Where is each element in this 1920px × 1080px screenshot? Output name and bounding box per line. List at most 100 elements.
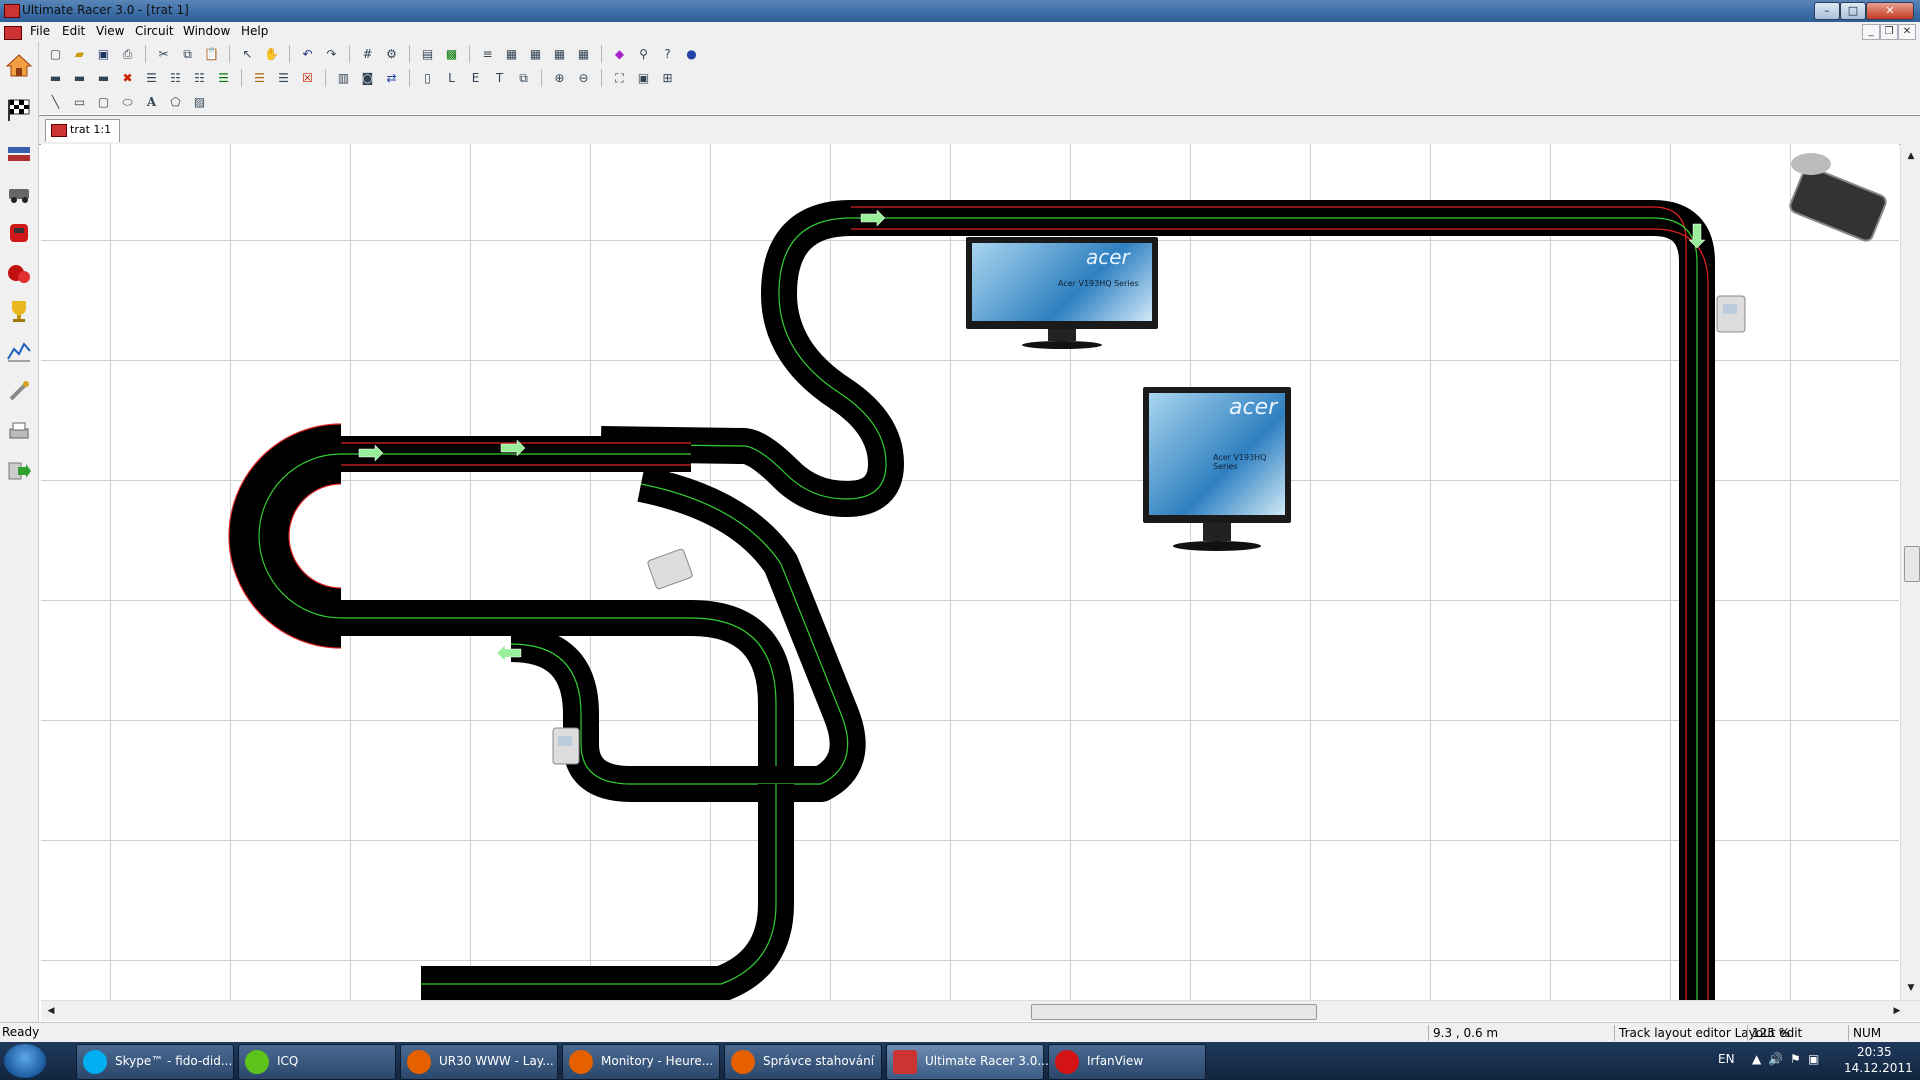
document-tab[interactable]: trat 1:1 [45,119,121,142]
task-irfanview[interactable]: IrfanView [1048,1044,1206,1080]
mdi-doc-icon[interactable] [4,26,22,40]
book-icon[interactable]: ◆ [609,44,630,65]
menu-view[interactable]: View [92,24,128,38]
line-tool-icon[interactable]: ╲ [45,92,66,113]
tools-icon[interactable] [4,376,34,406]
checkered-flag-icon[interactable] [4,94,34,124]
vertical-scrollbar[interactable]: ▲ ▼ [1900,144,1920,1000]
camera-icon[interactable]: ◙ [357,68,378,89]
copy-icon[interactable]: ⧉ [177,44,198,65]
track-canvas[interactable]: acer Acer V193HQ Series acer Acer V193HQ… [41,144,1899,1000]
search-help-icon[interactable]: ⚲ [633,44,654,65]
drivers-icon[interactable] [4,138,34,168]
pit-icon[interactable]: ▥ [333,68,354,89]
paste-icon[interactable]: 📋 [201,44,222,65]
task-firefox-ur30[interactable]: UR30 WWW - Lay... [400,1044,558,1080]
volume-icon[interactable]: 🔊 [1768,1052,1783,1066]
menu-help[interactable]: Help [237,24,272,38]
scroll-right-icon[interactable]: ▶ [1889,1003,1905,1019]
text-tool-icon[interactable]: A [141,92,162,113]
flag-icon[interactable]: ⚑ [1790,1052,1801,1066]
menu-edit[interactable]: Edit [58,24,89,38]
rounded-rect-tool-icon[interactable]: ▢ [93,92,114,113]
image-icon[interactable]: ▩ [441,44,462,65]
app-icon[interactable] [4,4,20,18]
track-lane-icon[interactable]: ▬ [69,68,90,89]
track-curve-icon[interactable]: ▬ [93,68,114,89]
task-skype[interactable]: Skype™ - fido-did... [76,1044,234,1080]
scroll-down-icon[interactable]: ▼ [1903,980,1919,996]
mdi-close-button[interactable]: ✕ [1898,24,1916,40]
e-shape-icon[interactable]: E [465,68,486,89]
grid-icon[interactable]: # [357,44,378,65]
print-icon[interactable]: ⎙ [117,44,138,65]
save-icon[interactable]: ▣ [93,44,114,65]
undo-icon[interactable]: ↶ [297,44,318,65]
language-indicator[interactable]: EN [1718,1052,1735,1066]
zoom-in-icon[interactable]: ⊕ [549,68,570,89]
car-red-icon[interactable] [4,218,34,248]
page-icon[interactable]: ▯ [417,68,438,89]
trophy-icon[interactable] [4,296,34,326]
scroll-up-icon[interactable]: ▲ [1903,148,1919,164]
car-icon[interactable] [4,178,34,208]
help-icon[interactable]: ? [657,44,678,65]
bring-front-icon[interactable]: ▦ [501,44,522,65]
track-green-icon[interactable]: ☰ [213,68,234,89]
hand-icon[interactable]: ✋ [261,44,282,65]
track-straight-icon[interactable]: ▬ [45,68,66,89]
menu-window[interactable]: Window [179,24,234,38]
align-left-icon[interactable]: ≡ [477,44,498,65]
chart-icon[interactable] [4,336,34,366]
minimize-button[interactable]: – [1814,2,1840,20]
close-button[interactable]: ✕ [1866,2,1914,20]
mdi-minimize-button[interactable]: _ [1862,24,1880,40]
mdi-restore-button[interactable]: ❐ [1880,24,1898,40]
horizontal-scroll-thumb[interactable] [1031,1004,1317,1020]
track-delete-icon[interactable]: ✖ [117,68,138,89]
menu-circuit[interactable]: Circuit [131,24,178,38]
task-firefox-downloads[interactable]: Správce stahování [724,1044,882,1080]
task-icq[interactable]: ICQ [238,1044,396,1080]
route-icon[interactable]: ⇄ [381,68,402,89]
clock-time[interactable]: 20:35 [1857,1045,1892,1059]
home-icon[interactable] [4,50,34,80]
overlap-icon[interactable]: ⧉ [513,68,534,89]
network-icon[interactable]: ▣ [1808,1052,1819,1066]
snap-icon[interactable]: ⚙ [381,44,402,65]
start-button[interactable] [4,1044,46,1078]
task-ultimate-racer[interactable]: Ultimate Racer 3.0... [886,1044,1049,1080]
rectangle-tool-icon[interactable]: ▭ [69,92,90,113]
ellipse-tool-icon[interactable]: ⬭ [117,92,138,113]
polygon-tool-icon[interactable]: ⬠ [165,92,186,113]
track-join-icon[interactable]: ☷ [189,68,210,89]
lane-change-icon[interactable]: ☰ [249,68,270,89]
scroll-left-icon[interactable]: ◀ [43,1003,59,1019]
exit-icon[interactable] [4,456,34,486]
clock-date[interactable]: 14.12.2011 [1844,1061,1913,1075]
l-shape-icon[interactable]: L [441,68,462,89]
redo-icon[interactable]: ↷ [321,44,342,65]
send-back-icon[interactable]: ▦ [525,44,546,65]
new-file-icon[interactable]: ▢ [45,44,66,65]
printer-icon[interactable] [4,416,34,446]
pointer-icon[interactable]: ↖ [237,44,258,65]
layer-icon[interactable]: ▤ [417,44,438,65]
horizontal-scrollbar[interactable]: ◀ ▶ [41,1000,1920,1021]
picture-tool-icon[interactable]: ▨ [189,92,210,113]
menu-file[interactable]: File [26,24,54,38]
track-double-icon[interactable]: ☰ [141,68,162,89]
track-split-icon[interactable]: ☷ [165,68,186,89]
zoom-out-icon[interactable]: ⊖ [573,68,594,89]
group-icon[interactable]: ▦ [549,44,570,65]
zoom-fit-icon[interactable]: ⛶ [609,68,630,89]
zoom-window-icon[interactable]: ▣ [633,68,654,89]
lane-icon[interactable]: ☰ [273,68,294,89]
ungroup-icon[interactable]: ▦ [573,44,594,65]
vertical-scroll-thumb[interactable] [1904,546,1920,582]
lane-remove-icon[interactable]: ☒ [297,68,318,89]
show-hidden-icons-icon[interactable]: ▲ [1752,1052,1761,1066]
task-firefox-monitory[interactable]: Monitory - Heure... [562,1044,720,1080]
about-icon[interactable]: ● [681,44,702,65]
race-car-icon[interactable] [4,258,34,288]
